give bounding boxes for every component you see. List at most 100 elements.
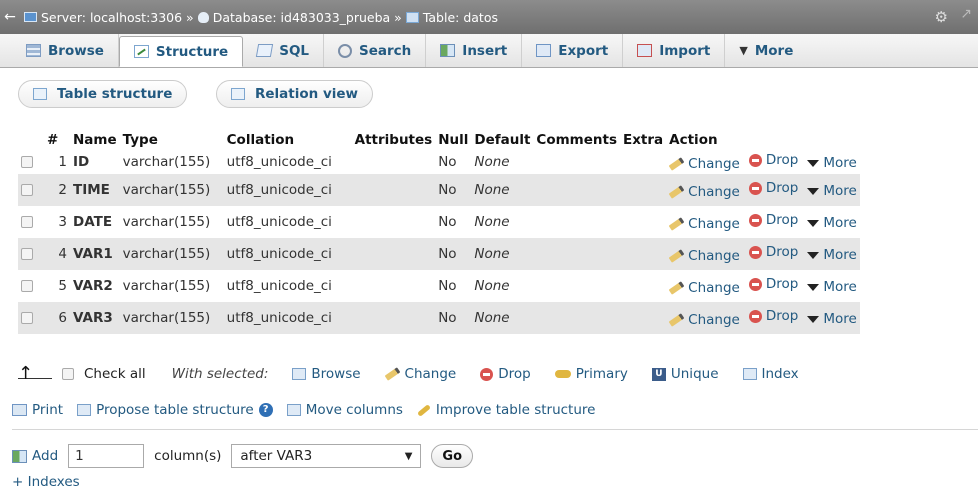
row-number: 2 — [44, 174, 70, 206]
change-button[interactable]: Change — [668, 156, 740, 172]
row-checkbox[interactable] — [21, 280, 33, 292]
drop-button[interactable]: Drop — [748, 180, 799, 197]
row-checkbox[interactable] — [21, 248, 33, 260]
drop-button[interactable]: Drop — [748, 212, 798, 228]
more-button[interactable]: More — [807, 155, 857, 172]
breadcrumb-server[interactable]: Server: localhost:3306 » — [41, 10, 194, 25]
subtab-table-structure-label: Table structure — [57, 86, 173, 102]
column-count-input[interactable] — [68, 444, 145, 468]
column-name: DATE — [70, 206, 120, 238]
bulk-primary-label: Primary — [575, 366, 628, 382]
row-number: 3 — [44, 206, 70, 238]
header-attributes: Attributes — [354, 132, 433, 148]
tab-sql[interactable]: SQL — [243, 34, 325, 67]
row-checkbox[interactable] — [21, 216, 33, 228]
breadcrumb-database[interactable]: Database: id483033_prueba » — [213, 10, 402, 25]
drop-label: Drop — [765, 180, 799, 197]
improve-structure-link[interactable]: Improve table structure — [416, 402, 595, 418]
tab-search[interactable]: Search — [324, 34, 427, 67]
row-checkbox[interactable] — [21, 156, 33, 168]
change-button[interactable]: Change — [668, 248, 740, 264]
pencil-icon — [668, 280, 685, 295]
subtab-relation-view[interactable]: Relation view — [216, 80, 374, 108]
row-number: 6 — [44, 302, 70, 334]
tab-structure[interactable]: Structure — [118, 36, 244, 67]
indexes-link[interactable]: + Indexes — [12, 474, 80, 490]
check-all-checkbox[interactable] — [62, 368, 74, 380]
bulk-change-button[interactable]: Change — [384, 366, 457, 382]
drop-button[interactable]: Drop — [748, 244, 798, 260]
print-link[interactable]: Print — [12, 402, 63, 418]
check-all-label[interactable]: Check all — [84, 366, 146, 382]
chevron-down-icon — [807, 187, 820, 195]
main-tabs: Browse Structure SQL Search Insert Expor… — [0, 34, 978, 68]
go-button[interactable]: Go — [431, 444, 474, 468]
column-actions: Change Drop More — [666, 174, 860, 206]
more-button[interactable]: More — [807, 183, 857, 199]
pencil-icon — [668, 184, 685, 199]
drop-button[interactable]: Drop — [748, 152, 798, 168]
subtab-table-structure[interactable]: Table structure — [18, 80, 188, 108]
column-position-select[interactable]: after VAR3 ▼ — [231, 444, 422, 468]
table-row: 5 VAR2 varchar(155) utf8_unicode_ci No None Ch… — [18, 270, 860, 302]
bulk-unique-button[interactable]: U Unique — [651, 366, 719, 382]
tab-insert[interactable]: Insert — [426, 34, 523, 67]
add-column-row: Add column(s) after VAR3 ▼ Go — [12, 444, 474, 468]
column-comments — [533, 302, 620, 334]
drop-icon — [748, 245, 762, 259]
print-label: Print — [32, 402, 64, 418]
table-header-row: # Name Type Collation Attributes Null De… — [18, 128, 860, 150]
row-checkbox-cell — [18, 206, 44, 238]
tab-more[interactable]: ▼ More — [725, 34, 807, 67]
column-null: No — [435, 238, 472, 270]
row-checkbox[interactable] — [21, 184, 33, 196]
header-name: Name — [73, 132, 117, 148]
column-name: VAR1 — [70, 238, 120, 270]
move-columns-link[interactable]: Move columns — [286, 402, 403, 418]
row-checkbox[interactable] — [21, 312, 33, 324]
table-row: 3 DATE varchar(155) utf8_unicode_ci No None Ch… — [18, 206, 860, 238]
tab-import[interactable]: Import — [623, 34, 726, 67]
breadcrumb-table[interactable]: Table: datos — [423, 10, 498, 25]
export-icon — [536, 44, 552, 57]
tab-browse[interactable]: Browse — [12, 34, 119, 67]
back-arrow-icon[interactable]: ← — [0, 9, 20, 25]
bulk-drop-button[interactable]: Drop — [480, 366, 531, 382]
column-attributes — [351, 150, 436, 174]
drop-button[interactable]: Drop — [748, 276, 798, 292]
column-name: ID — [70, 150, 120, 174]
drop-icon — [748, 181, 762, 195]
change-label: Change — [688, 279, 740, 296]
table-row: 1 ID varchar(155) utf8_unicode_ci No None Chan… — [18, 150, 860, 174]
bulk-browse-button[interactable]: Browse — [292, 366, 361, 382]
pencil-icon — [668, 156, 685, 171]
more-button[interactable]: More — [807, 279, 857, 296]
propose-icon — [77, 404, 92, 416]
change-button[interactable]: Change — [668, 216, 740, 232]
column-extra — [620, 302, 667, 334]
more-label: More — [823, 279, 857, 296]
propose-structure-link[interactable]: Propose table structure? — [77, 402, 273, 418]
change-button[interactable]: Change — [668, 312, 740, 328]
drop-button[interactable]: Drop — [748, 308, 798, 324]
collapse-icon[interactable]: ↗ — [960, 6, 972, 22]
change-button[interactable]: Change — [668, 279, 740, 296]
table-row: 2 TIME varchar(155) utf8_unicode_ci No None Ch… — [18, 174, 860, 206]
bulk-primary-button[interactable]: Primary — [554, 366, 628, 382]
gear-icon[interactable]: ⚙ — [935, 8, 948, 26]
bulk-index-button[interactable]: Index — [742, 366, 799, 382]
column-attributes — [351, 302, 436, 334]
more-button[interactable]: More — [807, 247, 857, 263]
column-attributes — [351, 206, 436, 238]
more-label: More — [823, 215, 857, 232]
pencil-icon — [668, 312, 685, 327]
column-comments — [533, 270, 620, 302]
more-button[interactable]: More — [807, 215, 857, 232]
tab-export[interactable]: Export — [522, 34, 624, 67]
header-comments: Comments — [536, 132, 617, 148]
bulk-change-label: Change — [404, 366, 457, 382]
change-button[interactable]: Change — [668, 184, 740, 200]
help-icon[interactable]: ? — [258, 403, 273, 417]
more-button[interactable]: More — [807, 311, 857, 327]
more-label: More — [823, 155, 857, 172]
